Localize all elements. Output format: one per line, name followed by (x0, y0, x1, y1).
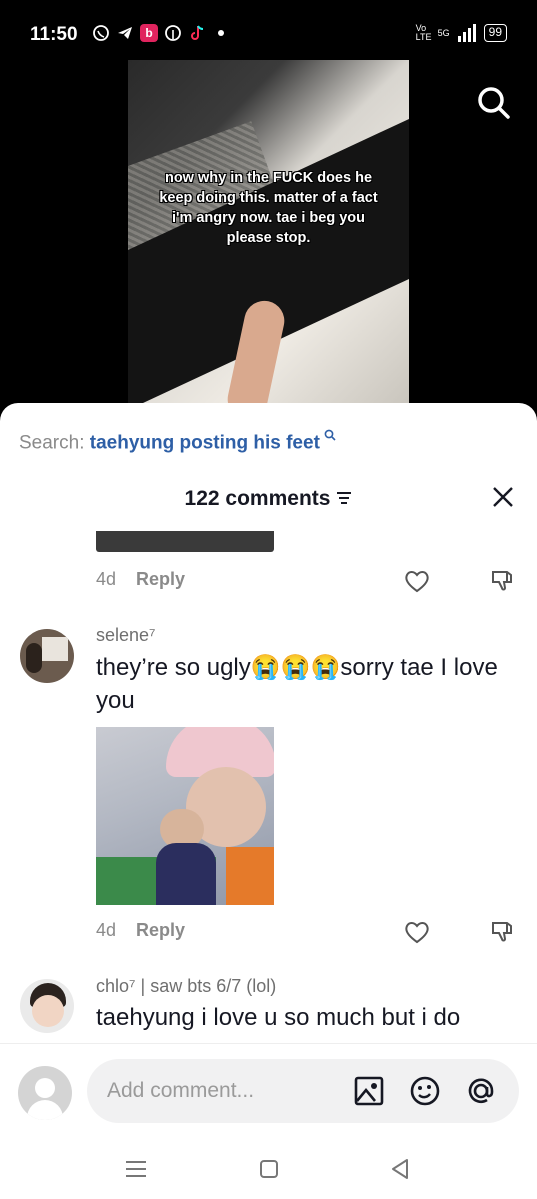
comment-input-pill[interactable] (87, 1059, 519, 1123)
image-body (156, 843, 216, 905)
video-caption: now why in the FUCK does he keep doing t… (159, 170, 378, 246)
avatar-body (27, 1100, 63, 1120)
close-icon[interactable] (491, 485, 515, 509)
avatar-head (35, 1078, 55, 1098)
avatar-face (32, 995, 64, 1027)
whatsapp-icon (92, 24, 110, 42)
notification-icons: b (92, 24, 230, 42)
comment-text: taehyung i love u so much but i do (96, 1004, 461, 1031)
heart-icon[interactable] (403, 567, 431, 595)
comment-image[interactable] (96, 727, 274, 905)
status-time: 11:50 (30, 24, 78, 45)
image-orange (226, 847, 274, 905)
comment-image[interactable] (96, 531, 274, 552)
tiktok-icon (188, 24, 206, 42)
avatar-person (26, 643, 42, 673)
filter-icon[interactable] (336, 487, 352, 511)
video-player[interactable]: now why in the FUCK does he keep doing t… (128, 60, 409, 405)
system-nav-bar (0, 1139, 537, 1199)
comment-age: 4d (96, 920, 117, 940)
search-label: Search: (19, 432, 85, 454)
telegram-icon (116, 24, 134, 42)
back-icon[interactable] (388, 1157, 412, 1181)
signal-icon (457, 24, 476, 42)
avatar-screen (42, 637, 68, 661)
comment-username[interactable]: selene⁷ (96, 625, 156, 646)
comment-age: 4d (96, 569, 117, 589)
comment-input[interactable] (107, 1059, 337, 1123)
heart-icon[interactable] (403, 918, 431, 946)
image-icon[interactable] (353, 1075, 385, 1107)
b-app-icon: b (140, 24, 158, 42)
comment-composer (0, 1043, 537, 1139)
volte-label: Vo LTE (415, 23, 432, 42)
comments-sheet: Search: taehyung posting his feet 122 co… (0, 403, 537, 1199)
dislike-icon[interactable] (489, 567, 517, 595)
battery-icon: 99 (483, 24, 507, 42)
home-icon[interactable] (257, 1157, 281, 1181)
search-keyword[interactable]: taehyung posting his feet (90, 432, 320, 453)
pinterest-icon (164, 24, 182, 42)
avatar[interactable] (20, 979, 74, 1033)
avatar[interactable] (20, 629, 74, 683)
my-avatar[interactable] (18, 1066, 72, 1120)
search-mini-icon (320, 429, 336, 444)
comment-text: they’re so ugly😭😭😭sorry tae I love you (96, 654, 498, 714)
comment-meta: 4d Reply (96, 569, 185, 590)
comment-meta: 4d Reply (96, 920, 185, 941)
comments-list[interactable]: 4d Reply selene⁷ they’re so ugly😭😭😭sorry … (0, 531, 537, 1043)
comment-count-header: 122 comments (0, 487, 537, 511)
reply-button[interactable]: Reply (136, 569, 185, 589)
menu-icon[interactable] (124, 1157, 148, 1181)
network-label: 5G (437, 28, 450, 38)
comment-count: 122 comments (184, 487, 331, 510)
dot-icon (212, 24, 230, 42)
search-suggestion[interactable]: Search: taehyung posting his feet (19, 429, 336, 454)
emoji-icon[interactable] (409, 1075, 441, 1107)
status-bar: 11:50 b Vo LTE 5G 99 (0, 0, 537, 60)
mention-icon[interactable] (465, 1075, 497, 1107)
comment-username[interactable]: chlo⁷ | saw bts 6/7 (lol) (96, 976, 276, 997)
reply-button[interactable]: Reply (136, 920, 185, 940)
status-right: Vo LTE 5G 99 (416, 24, 507, 42)
dislike-icon[interactable] (489, 918, 517, 946)
search-icon[interactable] (475, 84, 513, 122)
